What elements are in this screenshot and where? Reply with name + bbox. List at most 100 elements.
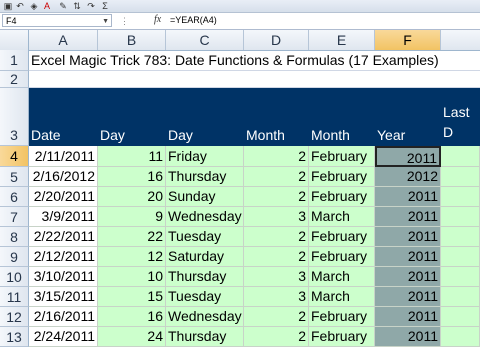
cell-date[interactable]: 2/22/2011	[29, 227, 98, 247]
cell-month[interactable]: 3	[244, 267, 309, 287]
cell-year[interactable]: 2011	[375, 267, 441, 287]
name-box[interactable]: F4 ▼	[2, 14, 112, 27]
cell-dayname[interactable]: Thursday	[166, 167, 244, 187]
redo-icon[interactable]: ↷	[86, 1, 96, 11]
cell-dayname[interactable]: Friday	[166, 146, 244, 167]
cell-day[interactable]: 15	[98, 287, 166, 307]
row-header-11[interactable]: 11	[0, 287, 29, 307]
row-header-10[interactable]: 10	[0, 267, 29, 287]
cell-day[interactable]: 11	[98, 146, 166, 167]
cell-year[interactable]: 2011	[375, 327, 441, 347]
row-header-8[interactable]: 8	[0, 227, 29, 247]
cell-month[interactable]: 2	[244, 247, 309, 267]
row-header-1[interactable]: 1	[0, 50, 29, 71]
cell-date[interactable]: 2/16/2011	[29, 307, 98, 327]
cell-dayname[interactable]: Wednesday	[166, 307, 244, 327]
cell-day[interactable]: 16	[98, 307, 166, 327]
cell-month[interactable]: 2	[244, 187, 309, 207]
row-header-13[interactable]: 13	[0, 327, 29, 347]
column-header-g[interactable]	[441, 30, 480, 50]
cell-monthname[interactable]: February	[309, 187, 375, 207]
cell-month[interactable]: 2	[244, 146, 309, 167]
row-header-4[interactable]: 4	[0, 146, 29, 167]
cell-dayname[interactable]: Sunday	[166, 187, 244, 207]
cell-day[interactable]: 12	[98, 247, 166, 267]
cell-day[interactable]: 9	[98, 207, 166, 227]
sigma-icon[interactable]: Σ	[100, 1, 110, 11]
cell-last-day[interactable]	[441, 187, 480, 207]
cell-month[interactable]: 3	[244, 207, 309, 227]
cell-month[interactable]: 2	[244, 327, 309, 347]
row-header-2[interactable]: 2	[0, 71, 29, 88]
cell-monthname[interactable]: February	[309, 327, 375, 347]
row-header-5[interactable]: 5	[0, 167, 29, 187]
column-header-f[interactable]: F	[375, 30, 441, 50]
cell-last-day[interactable]	[441, 146, 480, 167]
cell-last-day[interactable]	[441, 267, 480, 287]
chevron-down-icon[interactable]: ▼	[102, 15, 109, 28]
cell-last-day[interactable]	[441, 287, 480, 307]
cell-last-day[interactable]	[441, 307, 480, 327]
cell-monthname[interactable]: February	[309, 227, 375, 247]
row-header-6[interactable]: 6	[0, 187, 29, 207]
column-header-b[interactable]: B	[98, 30, 166, 50]
cell-day[interactable]: 22	[98, 227, 166, 247]
cell-monthname[interactable]: March	[309, 287, 375, 307]
cell-date[interactable]: 2/16/2012	[29, 167, 98, 187]
cell-dayname[interactable]: Thursday	[166, 327, 244, 347]
cell-year[interactable]: 2012	[375, 167, 441, 187]
cell-last-day[interactable]	[441, 167, 480, 187]
cell-last-day[interactable]	[441, 227, 480, 247]
cell-date[interactable]: 3/10/2011	[29, 267, 98, 287]
active-cell[interactable]: 2011	[375, 146, 441, 167]
cell-last-day[interactable]	[441, 327, 480, 347]
row-header-7[interactable]: 7	[0, 207, 29, 227]
cell-year[interactable]: 2011	[375, 287, 441, 307]
row-header-12[interactable]: 12	[0, 307, 29, 327]
cell-date[interactable]: 2/20/2011	[29, 187, 98, 207]
cell-month[interactable]: 2	[244, 307, 309, 327]
cell-dayname[interactable]: Saturday	[166, 247, 244, 267]
cell-date[interactable]: 2/11/2011	[29, 146, 98, 167]
cell-last-day[interactable]	[441, 247, 480, 267]
cell-year[interactable]: 2011	[375, 187, 441, 207]
font-color-icon[interactable]: A	[42, 1, 52, 11]
cell-date[interactable]: 2/12/2011	[29, 247, 98, 267]
column-header-e[interactable]: E	[309, 30, 375, 50]
cell-day[interactable]: 20	[98, 187, 166, 207]
cell-monthname[interactable]: March	[309, 267, 375, 287]
insert-function-icon[interactable]: fx	[154, 14, 161, 25]
row-header-3[interactable]: 3	[0, 88, 29, 146]
cell-last-day[interactable]	[441, 207, 480, 227]
cell-day[interactable]: 10	[98, 267, 166, 287]
cell-monthname[interactable]: February	[309, 146, 375, 167]
cell-month[interactable]: 2	[244, 227, 309, 247]
worksheet-grid[interactable]: ABCDEF 1 2 3 4 5 6 7 8 9 10 11 12 13 Excel Magic Tric…	[0, 30, 480, 360]
cell-monthname[interactable]: February	[309, 247, 375, 267]
cell-dayname[interactable]: Tuesday	[166, 287, 244, 307]
row-header-9[interactable]: 9	[0, 247, 29, 267]
cell-year[interactable]: 2011	[375, 227, 441, 247]
undo-icon[interactable]: ↶	[15, 1, 25, 11]
cell-date[interactable]: 3/15/2011	[29, 287, 98, 307]
save-icon[interactable]: ▣	[3, 1, 13, 11]
cell-year[interactable]: 2011	[375, 307, 441, 327]
paint-bucket-icon[interactable]: ◈	[29, 1, 39, 11]
format-painter-icon[interactable]: ✎	[58, 1, 68, 11]
cell-dayname[interactable]: Wednesday	[166, 207, 244, 227]
cell-dayname[interactable]: Tuesday	[166, 227, 244, 247]
cell-date[interactable]: 3/9/2011	[29, 207, 98, 227]
cell-monthname[interactable]: February	[309, 167, 375, 187]
cell-day[interactable]: 24	[98, 327, 166, 347]
column-header-c[interactable]: C	[166, 30, 244, 50]
cell-monthname[interactable]: February	[309, 307, 375, 327]
cell-monthname[interactable]: March	[309, 207, 375, 227]
cell-month[interactable]: 3	[244, 287, 309, 307]
cell-dayname[interactable]: Thursday	[166, 267, 244, 287]
column-header-d[interactable]: D	[244, 30, 309, 50]
cell-year[interactable]: 2011	[375, 247, 441, 267]
column-header-a[interactable]: A	[29, 30, 98, 50]
cell-day[interactable]: 16	[98, 167, 166, 187]
cell-year[interactable]: 2011	[375, 207, 441, 227]
formula-input[interactable]: =YEAR(A4)	[170, 14, 476, 27]
